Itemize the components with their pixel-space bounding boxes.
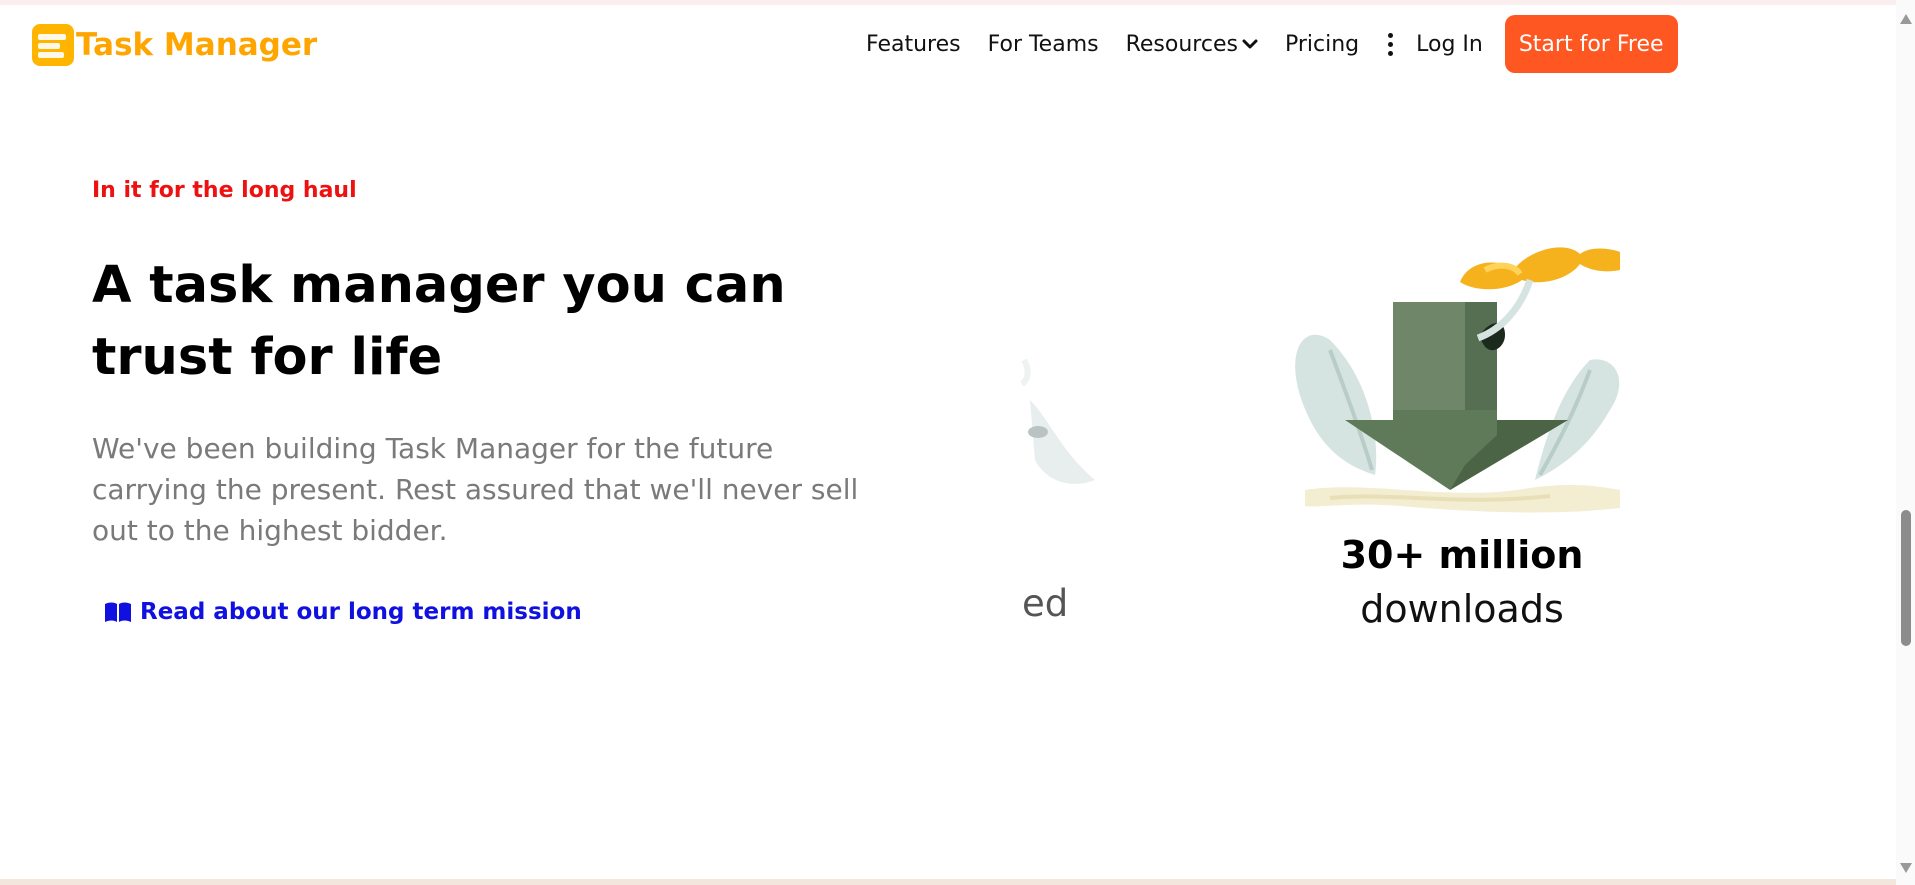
- section-description: We've been building Task Manager for the…: [92, 432, 859, 547]
- mission-link-label: Read about our long term mission: [140, 599, 582, 625]
- partial-slide-illustration: [1020, 358, 1095, 484]
- section-title: A task manager you can trust for life: [92, 256, 786, 387]
- scroll-down-icon[interactable]: [1900, 863, 1912, 873]
- section-eyebrow: In it for the long haul: [92, 178, 357, 203]
- downloads-label: downloads: [1360, 587, 1564, 631]
- kebab-menu-icon[interactable]: [1386, 32, 1394, 56]
- mission-link[interactable]: Read about our long term mission: [104, 599, 582, 625]
- downloads-count: 30+ million: [1340, 533, 1584, 577]
- downloads-stat: 30+ million downloads: [1320, 528, 1604, 636]
- logo-icon: [32, 24, 74, 66]
- download-arrow-illustration: [1295, 247, 1620, 513]
- scroll-up-icon[interactable]: [1900, 14, 1912, 24]
- login-link[interactable]: Log In: [1416, 32, 1483, 57]
- nav-pricing[interactable]: Pricing: [1285, 32, 1359, 57]
- nav-resources[interactable]: Resources: [1126, 32, 1258, 57]
- nav-resources-label: Resources: [1125, 31, 1238, 57]
- scrollbar-thumb[interactable]: [1901, 510, 1911, 646]
- nav-for-teams[interactable]: For Teams: [988, 32, 1099, 57]
- main-nav: Features For Teams Resources Pricing Log…: [866, 15, 1678, 73]
- bottom-border: [0, 879, 1896, 885]
- brand-logo[interactable]: Task Manager: [32, 24, 317, 66]
- brand-name: Task Manager: [76, 27, 318, 63]
- book-open-icon: [105, 602, 131, 622]
- nav-features[interactable]: Features: [866, 32, 961, 57]
- page-scrollbar[interactable]: [1896, 0, 1915, 885]
- site-header: Task Manager Features For Teams Resource…: [0, 5, 1896, 85]
- start-free-button[interactable]: Start for Free: [1504, 15, 1678, 73]
- chevron-down-icon: [1242, 39, 1258, 49]
- partial-stat-label: ed: [1022, 582, 1069, 625]
